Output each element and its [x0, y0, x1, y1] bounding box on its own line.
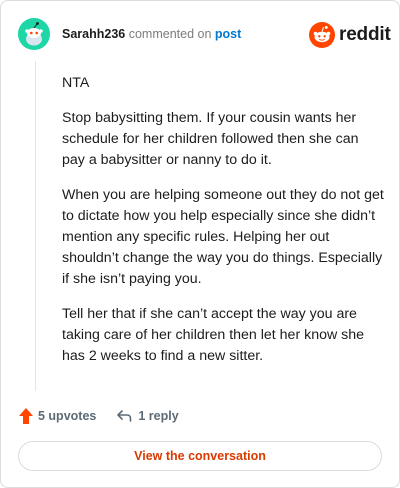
reddit-logo[interactable]: reddit: [309, 21, 391, 49]
snoo-avatar-icon: [18, 18, 50, 50]
comment-paragraph: NTA: [62, 75, 90, 91]
comment-actions: 5 upvotes 1 reply: [18, 405, 179, 427]
comment-header: Sarahh236 commented on post: [62, 27, 241, 42]
reply-arrow-icon: [117, 410, 132, 422]
comment-body: NTA Stop babysitting them. If your cousi…: [62, 73, 384, 381]
user-avatar[interactable]: [18, 18, 50, 50]
comment-embed-card: Sarahh236 commented on post reddit NTA S…: [0, 0, 400, 488]
thread-line: [35, 61, 36, 391]
reddit-wordmark: reddit: [339, 24, 391, 45]
comment-paragraph: Tell her that if she can’t accept the wa…: [62, 306, 365, 364]
post-link[interactable]: post: [215, 27, 241, 41]
reply-button[interactable]: 1 reply: [116, 409, 179, 423]
username-link[interactable]: Sarahh236: [62, 27, 125, 41]
view-conversation-button[interactable]: View the conversation: [18, 441, 382, 471]
reply-count: 1 reply: [138, 409, 179, 423]
upvote-button[interactable]: 5 upvotes: [18, 407, 96, 425]
comment-paragraph: Stop babysitting them. If your cousin wa…: [62, 110, 359, 168]
commented-on-text: commented on: [128, 27, 212, 41]
upvote-count: 5 upvotes: [38, 409, 97, 423]
view-conversation-label: View the conversation: [134, 449, 266, 463]
reddit-logo-icon: [309, 22, 335, 48]
comment-paragraph: When you are helping someone out they do…: [62, 187, 384, 287]
upvote-arrow-icon: [19, 408, 33, 424]
